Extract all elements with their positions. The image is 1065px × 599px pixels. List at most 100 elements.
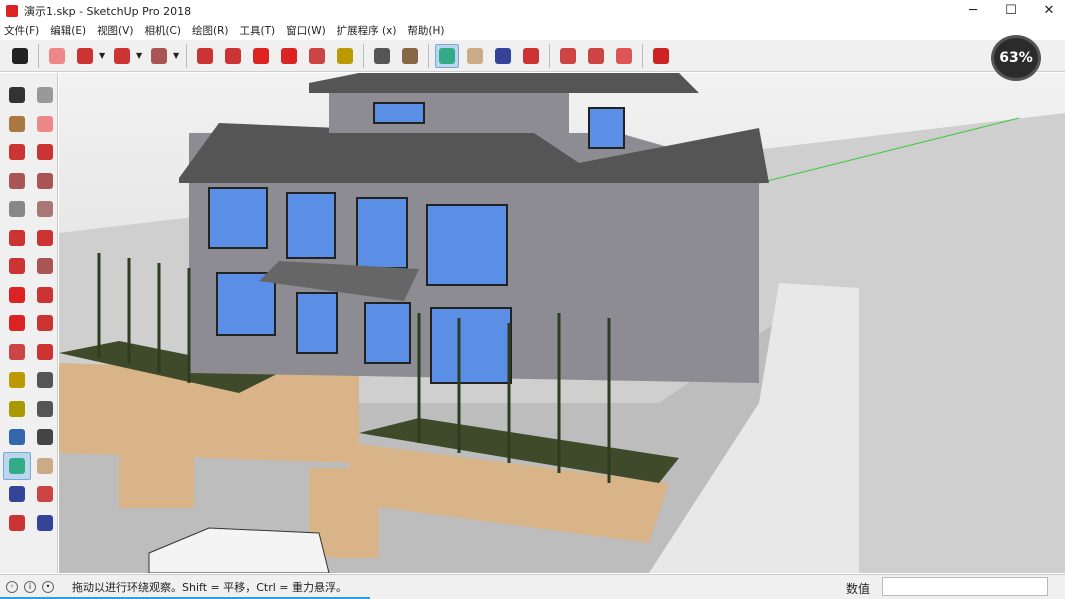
follow-me-button[interactable] bbox=[221, 44, 245, 68]
text-tool[interactable] bbox=[31, 395, 59, 424]
rectangle-icon bbox=[151, 47, 167, 64]
eraser-tool[interactable] bbox=[31, 110, 59, 139]
axes-icon bbox=[9, 429, 25, 446]
dimension-icon bbox=[37, 372, 53, 389]
rectangle-tool[interactable] bbox=[3, 167, 31, 196]
text-button[interactable] bbox=[370, 44, 394, 68]
select-tool[interactable] bbox=[3, 81, 31, 110]
ruby-icon bbox=[653, 47, 669, 64]
toolbar-separator bbox=[186, 43, 187, 68]
push-pull-tool[interactable] bbox=[31, 281, 59, 310]
dimension-tool[interactable] bbox=[31, 366, 59, 395]
component-tool[interactable] bbox=[31, 81, 59, 110]
chevron-down-icon[interactable]: ▼ bbox=[173, 51, 182, 60]
user-icon[interactable]: • bbox=[42, 581, 54, 593]
rectangle-button[interactable] bbox=[147, 44, 171, 68]
chevron-down-icon[interactable]: ▼ bbox=[99, 51, 108, 60]
upper-roof bbox=[309, 73, 699, 93]
paint-bucket-button[interactable] bbox=[398, 44, 422, 68]
tape-measure-button[interactable] bbox=[333, 44, 357, 68]
large-tool-set bbox=[0, 73, 58, 573]
orbit-button[interactable] bbox=[435, 43, 459, 68]
freehand-tool[interactable] bbox=[31, 138, 59, 167]
arc-tool[interactable] bbox=[3, 224, 31, 253]
arc-button[interactable] bbox=[110, 44, 134, 68]
menu-tools[interactable]: 工具(T) bbox=[239, 23, 275, 38]
arc-3pt-tool[interactable] bbox=[3, 252, 31, 281]
pan-icon bbox=[467, 47, 483, 64]
menu-draw[interactable]: 绘图(R) bbox=[192, 23, 229, 38]
planter-box bbox=[119, 418, 194, 508]
circle-tool[interactable] bbox=[3, 195, 31, 224]
push-pull-button[interactable] bbox=[193, 44, 217, 68]
zoom-tool[interactable] bbox=[3, 480, 31, 509]
previous-view-icon bbox=[37, 514, 53, 531]
menu-help[interactable]: 帮助(H) bbox=[407, 23, 444, 38]
zoom-icon bbox=[495, 47, 511, 64]
ruby-button[interactable] bbox=[649, 44, 673, 68]
minimize-button[interactable]: ─ bbox=[954, 0, 992, 21]
model-viewport[interactable] bbox=[59, 73, 1065, 573]
rotated-rectangle-icon bbox=[37, 172, 53, 189]
tape-measure-tool[interactable] bbox=[3, 366, 31, 395]
menu-extensions[interactable]: 扩展程序 (x) bbox=[337, 23, 397, 38]
pie-tool[interactable] bbox=[31, 224, 59, 253]
line-icon bbox=[9, 144, 25, 161]
zoom-extents-button[interactable] bbox=[519, 44, 543, 68]
pencil-button[interactable] bbox=[73, 44, 97, 68]
3d-text-tool[interactable] bbox=[31, 423, 59, 452]
info-icon[interactable]: i bbox=[24, 581, 36, 593]
select-button[interactable] bbox=[8, 44, 32, 68]
close-button[interactable]: ✕ bbox=[1030, 0, 1065, 21]
status-bar: ◦ i • 拖动以进行环绕观察。Shift = 平移，Ctrl = 重力悬浮。 … bbox=[0, 574, 1065, 599]
rotate-button[interactable] bbox=[277, 44, 301, 68]
polygon-tool[interactable] bbox=[31, 195, 59, 224]
select-icon bbox=[12, 47, 28, 64]
tape-measure-icon bbox=[9, 372, 25, 389]
pie-2-icon bbox=[37, 258, 53, 275]
offset-tool[interactable] bbox=[31, 338, 59, 367]
measurements-input[interactable] bbox=[882, 577, 1048, 596]
menu-view[interactable]: 视图(V) bbox=[97, 23, 133, 38]
zoom-icon bbox=[9, 486, 25, 503]
protractor-tool[interactable] bbox=[3, 395, 31, 424]
share-model-button[interactable] bbox=[584, 44, 608, 68]
paint-bucket-icon bbox=[9, 115, 25, 132]
rotated-rectangle-tool[interactable] bbox=[31, 167, 59, 196]
3d-scene[interactable] bbox=[59, 73, 1065, 573]
menu-file[interactable]: 文件(F) bbox=[4, 23, 39, 38]
warehouse-button[interactable] bbox=[556, 44, 580, 68]
menu-edit[interactable]: 编辑(E) bbox=[50, 23, 86, 38]
pan-tool[interactable] bbox=[31, 452, 59, 481]
rectangle-icon bbox=[9, 172, 25, 189]
move-icon bbox=[9, 286, 25, 303]
text-icon bbox=[374, 47, 390, 64]
zoom-button[interactable] bbox=[491, 44, 515, 68]
eraser-icon bbox=[49, 47, 65, 64]
eraser-button[interactable] bbox=[45, 44, 69, 68]
rotate-tool[interactable] bbox=[3, 309, 31, 338]
line-tool[interactable] bbox=[3, 138, 31, 167]
previous-view-tool[interactable] bbox=[31, 509, 59, 538]
axes-tool[interactable] bbox=[3, 423, 31, 452]
orbit-tool[interactable] bbox=[3, 451, 31, 480]
scale-button[interactable] bbox=[305, 44, 329, 68]
move-tool[interactable] bbox=[3, 281, 31, 310]
pie-2-tool[interactable] bbox=[31, 252, 59, 281]
pencil-icon bbox=[77, 47, 93, 64]
follow-me-tool[interactable] bbox=[31, 309, 59, 338]
pan-button[interactable] bbox=[463, 44, 487, 68]
zoom-extents-tool[interactable] bbox=[3, 509, 31, 538]
menu-window[interactable]: 窗口(W) bbox=[286, 23, 326, 38]
chevron-down-icon[interactable]: ▼ bbox=[136, 51, 145, 60]
zoom-window-tool[interactable] bbox=[31, 480, 59, 509]
maximize-button[interactable]: ☐ bbox=[992, 0, 1030, 21]
extension-warehouse-button[interactable] bbox=[612, 44, 636, 68]
menu-camera[interactable]: 相机(C) bbox=[144, 23, 181, 38]
move-button[interactable] bbox=[249, 44, 273, 68]
orbit-icon bbox=[9, 457, 25, 474]
paint-bucket-tool[interactable] bbox=[3, 110, 31, 139]
scale-tool[interactable] bbox=[3, 338, 31, 367]
pan-icon bbox=[37, 457, 53, 474]
geo-location-icon[interactable]: ◦ bbox=[6, 581, 18, 593]
